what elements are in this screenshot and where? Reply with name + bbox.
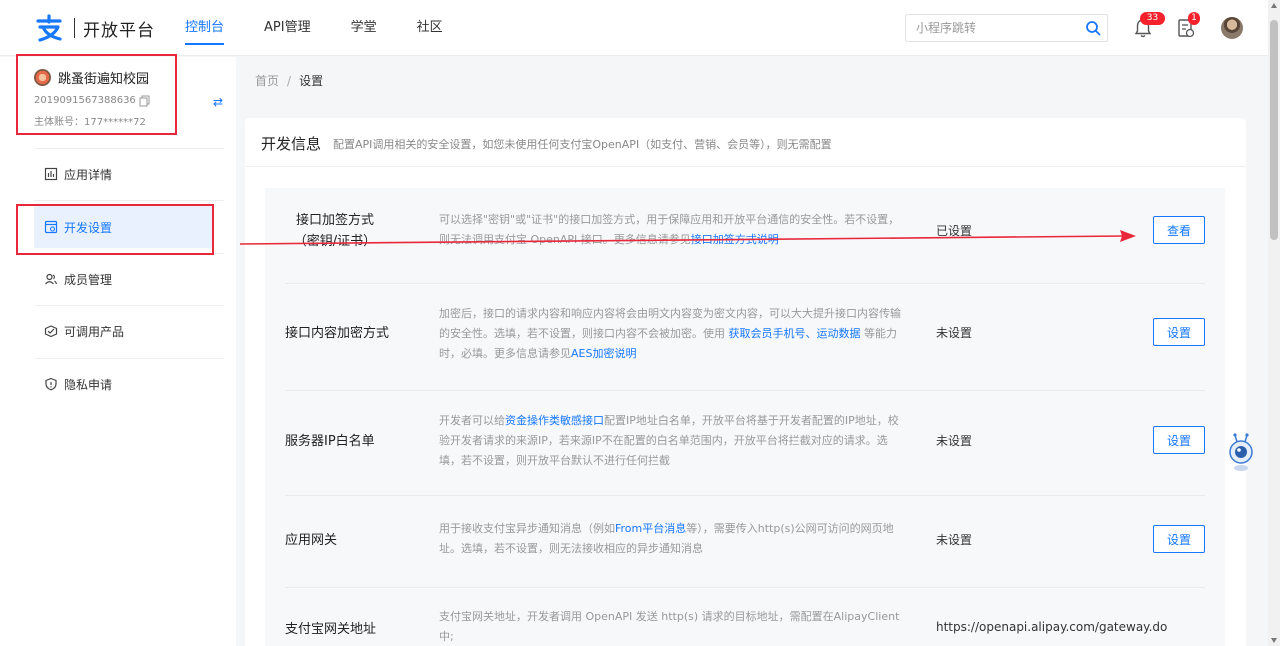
signing-method-doc-link[interactable]: 接口加签方式说明 — [691, 233, 779, 246]
row-description: 开发者可以给资金操作类敏感接口配置IP地址白名单，开放平台将基于开发者配置的IP… — [439, 411, 902, 471]
nav-community[interactable]: 社区 — [417, 0, 443, 56]
link-separator: 、 — [805, 327, 817, 340]
row-status: 已设置 — [936, 224, 973, 238]
row-description-text: 用于接收支付宝异步通知消息（例如 — [439, 522, 615, 535]
breadcrumb-home[interactable]: 首页 — [255, 74, 279, 88]
gateway-url: https://openapi.alipay.com/gateway.do — [936, 620, 1168, 634]
sidebar: 跳蚤街遍知校园 2019091567388636 ⇄ 主体账号：177*****… — [0, 57, 236, 646]
members-icon — [45, 273, 58, 285]
sidebar-divider — [34, 253, 224, 254]
sidebar-item-label: 成员管理 — [64, 272, 113, 287]
sidebar-item-label: 隐私申请 — [64, 377, 113, 392]
row-status: 未设置 — [936, 533, 973, 547]
view-signing-button[interactable]: 查看 — [1153, 216, 1205, 244]
settings-list: 接口加签方式 （密钥/证书） 可以选择"密钥"或"证书"的接口加签方式，用于保障… — [265, 188, 1225, 646]
sidebar-item-label: 可调用产品 — [64, 324, 125, 339]
switch-app-icon[interactable]: ⇄ — [213, 95, 223, 109]
sidebar-item-label: 开发设置 — [64, 220, 113, 235]
sidebar-item-app-details[interactable]: 应用详情 — [34, 153, 212, 195]
row-label-line: （密钥/证书） — [293, 234, 377, 249]
row-description: 用于接收支付宝异步通知消息（例如From平台消息等），需要传入http(s)公网… — [439, 519, 902, 559]
breadcrumb-current: 设置 — [299, 74, 324, 88]
copy-icon[interactable] — [139, 95, 150, 107]
row-status: 未设置 — [936, 434, 973, 448]
search-icon[interactable] — [1085, 20, 1101, 36]
scroll-down-arrow[interactable] — [1271, 638, 1277, 643]
row-description: 可以选择"密钥"或"证书"的接口加签方式，用于保障应用和开放平台通信的安全性。若… — [439, 210, 902, 250]
platform-name: 开放平台 — [83, 20, 155, 41]
app-name: 跳蚤街遍知校园 — [58, 72, 150, 87]
scrollbar[interactable] — [1268, 0, 1280, 646]
row-label: 接口内容加密方式 — [285, 326, 390, 341]
scroll-up-arrow[interactable] — [1271, 3, 1277, 8]
sensitive-api-link[interactable]: 资金操作类敏感接口 — [505, 414, 604, 427]
from-platform-message-link[interactable]: From平台消息 — [615, 522, 686, 535]
search-box — [905, 14, 1108, 42]
setting-row-encryption: 接口内容加密方式 加密后，接口的请求内容和响应内容将会由明文内容变为密文内容，可… — [265, 284, 1225, 390]
breadcrumb: 首页 / 设置 — [255, 72, 323, 89]
row-label: 接口加签方式 （密钥/证书） — [285, 210, 385, 252]
set-app-gateway-button[interactable]: 设置 — [1153, 525, 1205, 553]
sidebar-item-dev-settings[interactable]: 开发设置 — [34, 206, 212, 248]
task-count-badge: 1 — [1188, 12, 1200, 25]
chart-icon — [44, 167, 58, 181]
logo[interactable]: 开放平台 — [34, 14, 155, 42]
panel-header: 开发信息 配置API调用相关的安全设置，如您未使用任何支付宝OpenAPI（如支… — [245, 118, 1246, 167]
logo-divider — [74, 18, 75, 38]
sidebar-divider — [34, 358, 224, 359]
shield-icon — [45, 377, 57, 391]
row-label: 应用网关 — [285, 533, 338, 548]
setting-row-ip-whitelist: 服务器IP白名单 开发者可以给资金操作类敏感接口配置IP地址白名单，开放平台将基… — [265, 391, 1225, 495]
row-description: 加密后，接口的请求内容和响应内容将会由明文内容变为密文内容，可以大大提升接口内容… — [439, 304, 902, 364]
alipay-logo-icon — [36, 14, 62, 42]
set-encryption-button[interactable]: 设置 — [1153, 318, 1205, 346]
top-bar: 开放平台 控制台 API管理 学堂 社区 33 1 — [0, 0, 1268, 56]
panel-title: 开发信息 — [261, 135, 322, 153]
set-ip-whitelist-button[interactable]: 设置 — [1153, 426, 1205, 454]
row-label-line: 接口加签方式 — [295, 213, 374, 228]
sidebar-divider — [34, 305, 224, 306]
setting-row-alipay-gateway: 支付宝网关地址 支付宝网关地址，开发者调用 OpenAPI 发送 http(s)… — [265, 588, 1225, 646]
sidebar-item-privacy[interactable]: 隐私申请 — [34, 363, 212, 405]
dev-info-panel: 开发信息 配置API调用相关的安全设置，如您未使用任何支付宝OpenAPI（如支… — [245, 118, 1246, 646]
row-description-text: 开发者可以给 — [439, 414, 505, 427]
code-settings-icon — [44, 220, 58, 234]
nav-academy[interactable]: 学堂 — [351, 0, 377, 56]
sports-data-link[interactable]: 运动数据 — [817, 327, 861, 340]
sidebar-divider — [34, 200, 224, 201]
app-id: 2019091567388636 — [34, 95, 136, 106]
sidebar-item-members[interactable]: 成员管理 — [34, 258, 212, 300]
setting-row-signing: 接口加签方式 （密钥/证书） 可以选择"密钥"或"证书"的接口加签方式，用于保障… — [265, 188, 1225, 283]
scroll-thumb[interactable] — [1270, 20, 1278, 240]
nav-api-management[interactable]: API管理 — [264, 0, 311, 56]
row-description: 支付宝网关地址，开发者调用 OpenAPI 发送 http(s) 请求的目标地址… — [439, 610, 900, 643]
app-avatar — [34, 69, 51, 86]
panel-description: 配置API调用相关的安全设置，如您未使用任何支付宝OpenAPI（如支付、营销、… — [333, 138, 832, 151]
member-phone-link[interactable]: 获取会员手机号 — [729, 327, 806, 340]
aes-doc-link[interactable]: AES加密说明 — [571, 347, 636, 360]
owner-account: 主体账号：177******72 — [34, 117, 146, 128]
row-description-text: 可以选择"密钥"或"证书"的接口加签方式，用于保障应用和开放平台通信的安全性。若… — [439, 213, 900, 246]
row-label: 支付宝网关地址 — [285, 622, 377, 637]
nav-console[interactable]: 控制台 — [185, 0, 225, 56]
row-status: 未设置 — [936, 326, 973, 340]
main-nav: 控制台 API管理 学堂 社区 — [185, 0, 483, 56]
setting-row-app-gateway: 应用网关 用于接收支付宝异步通知消息（例如From平台消息等），需要传入http… — [265, 496, 1225, 587]
breadcrumb-separator: / — [287, 74, 292, 88]
assistant-robot-icon[interactable] — [1226, 433, 1256, 473]
notification-count-badge: 33 — [1140, 12, 1165, 25]
products-icon — [44, 325, 58, 338]
row-label: 服务器IP白名单 — [285, 434, 375, 449]
sidebar-item-products[interactable]: 可调用产品 — [34, 310, 212, 352]
user-avatar[interactable] — [1221, 17, 1243, 39]
sidebar-item-label: 应用详情 — [64, 167, 113, 182]
search-input[interactable] — [906, 15, 1076, 41]
sidebar-divider — [34, 148, 224, 149]
